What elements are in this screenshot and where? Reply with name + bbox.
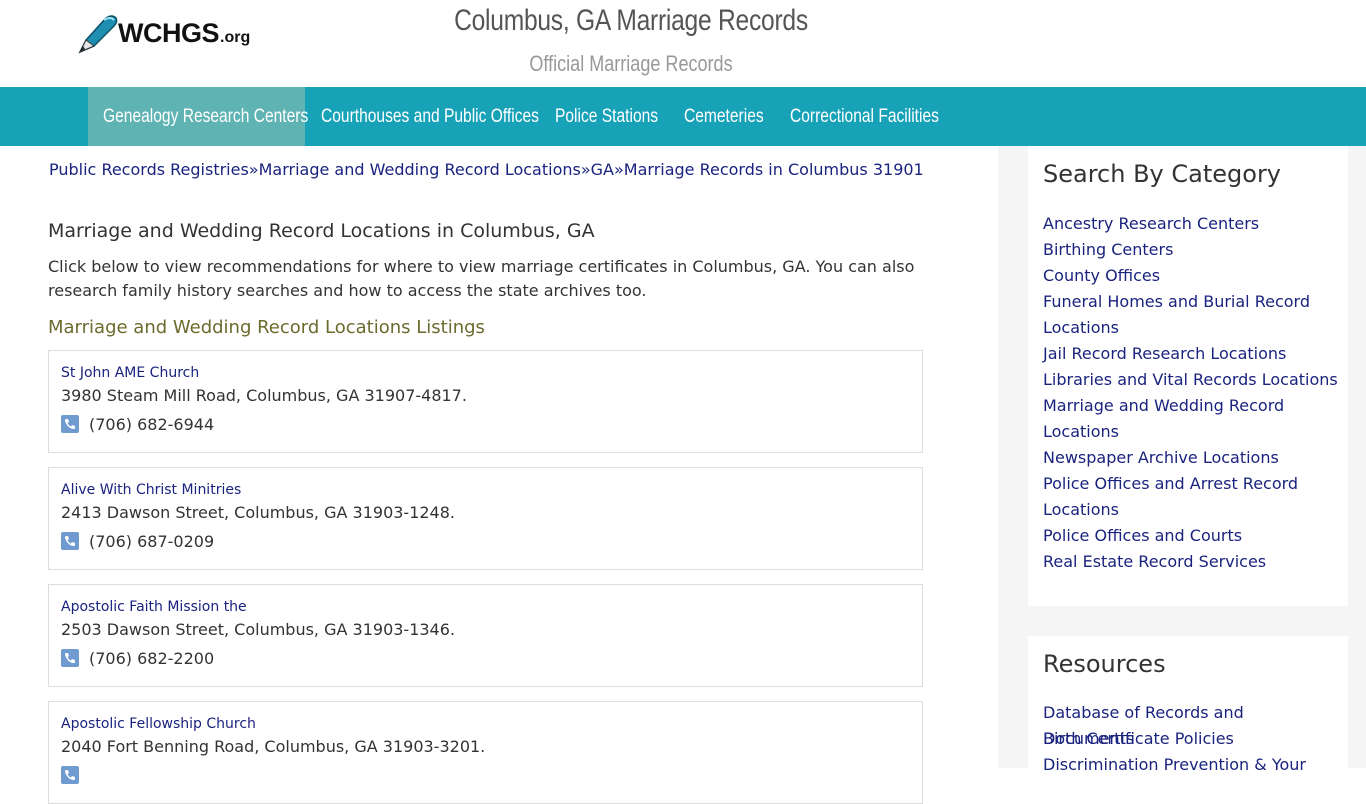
section-heading: Marriage and Wedding Record Locations in… <box>48 220 595 242</box>
listing-address: 2413 Dawson Street, Columbus, GA 31903-1… <box>61 503 455 522</box>
listing-name[interactable]: St John AME Church <box>61 365 199 381</box>
phone-icon <box>61 766 79 784</box>
listing-phone: (706) 687-0209 <box>89 532 215 551</box>
logo-suffix: .org <box>220 29 251 46</box>
listing-card: Apostolic Fellowship Church 2040 Fort Be… <box>48 701 923 804</box>
resources-panel: Resources Database of Records and Docume… <box>1028 636 1348 774</box>
breadcrumb-marriage-locations[interactable]: Marriage and Wedding Record Locations <box>259 160 581 179</box>
breadcrumb: Public Records Registries»Marriage and W… <box>49 160 924 179</box>
listing-address: 2503 Dawson Street, Columbus, GA 31903-1… <box>61 620 455 639</box>
breadcrumb-current[interactable]: Marriage Records in Columbus 31901 <box>624 160 924 179</box>
phone-icon <box>61 532 79 550</box>
category-link-police-courts[interactable]: Police Offices and Courts <box>1043 523 1338 549</box>
listing-card: St John AME Church 3980 Steam Mill Road,… <box>48 350 923 453</box>
category-link-county[interactable]: County Offices <box>1043 263 1338 289</box>
category-link-marriage[interactable]: Marriage and Wedding Record Locations <box>1043 393 1338 445</box>
listing-address: 3980 Steam Mill Road, Columbus, GA 31907… <box>61 386 467 405</box>
category-panel: Search By Category Ancestry Research Cen… <box>1028 146 1348 606</box>
category-panel-title: Search By Category <box>1043 160 1282 188</box>
nav-item-genealogy[interactable]: Genealogy Research Centers <box>103 87 308 146</box>
breadcrumb-separator: » <box>613 160 624 179</box>
category-link-funeral[interactable]: Funeral Homes and Burial Record Location… <box>1043 289 1338 341</box>
site-logo[interactable]: WCHGS .org <box>76 12 250 54</box>
phone-icon <box>61 415 79 433</box>
resources-panel-title: Resources <box>1043 650 1166 678</box>
nav-item-correctional[interactable]: Correctional Facilities <box>790 87 939 146</box>
nav-item-cemeteries[interactable]: Cemeteries <box>684 87 764 146</box>
breadcrumb-separator: » <box>580 160 591 179</box>
breadcrumb-separator: » <box>248 160 259 179</box>
listings-heading: Marriage and Wedding Record Locations Li… <box>48 317 485 338</box>
listing-card: Apostolic Faith Mission the 2503 Dawson … <box>48 584 923 687</box>
category-link-libraries[interactable]: Libraries and Vital Records Locations <box>1043 367 1338 393</box>
intro-text: Click below to view recommendations for … <box>48 257 915 300</box>
category-link-jail[interactable]: Jail Record Research Locations <box>1043 341 1338 367</box>
category-link-ancestry[interactable]: Ancestry Research Centers <box>1043 211 1338 237</box>
nav-item-police[interactable]: Police Stations <box>555 87 658 146</box>
category-link-birthing[interactable]: Birthing Centers <box>1043 237 1338 263</box>
phone-icon <box>61 649 79 667</box>
pen-logo-icon <box>78 15 118 54</box>
page-subtitle: Official Marriage Records <box>529 51 733 76</box>
logo-text: WCHGS <box>118 17 220 48</box>
nav-item-courthouses[interactable]: Courthouses and Public Offices <box>321 87 539 146</box>
resource-link-discrimination[interactable]: Discrimination Prevention & Your <box>1043 752 1338 778</box>
listing-phone: (706) 682-2200 <box>89 649 215 668</box>
category-link-real-estate[interactable]: Real Estate Record Services <box>1043 549 1338 575</box>
category-link-newspaper[interactable]: Newspaper Archive Locations <box>1043 445 1338 471</box>
listing-name[interactable]: Apostolic Faith Mission the <box>61 599 247 615</box>
main-nav: Genealogy Research Centers Courthouses a… <box>0 87 1366 146</box>
category-link-police-arrest[interactable]: Police Offices and Arrest Record Locatio… <box>1043 471 1338 523</box>
listing-phone: (706) 682-6944 <box>89 415 215 434</box>
resource-link-birth-certificate[interactable]: Birth Certificate Policies <box>1043 726 1338 752</box>
page-title: Columbus, GA Marriage Records <box>454 4 808 37</box>
site-header: WCHGS .org Columbus, GA Marriage Records… <box>0 0 1366 87</box>
breadcrumb-state[interactable]: GA <box>591 160 614 179</box>
listing-card: Alive With Christ Minitries 2413 Dawson … <box>48 467 923 570</box>
listing-address: 2040 Fort Benning Road, Columbus, GA 319… <box>61 737 486 756</box>
listing-name[interactable]: Alive With Christ Minitries <box>61 482 241 498</box>
listing-name[interactable]: Apostolic Fellowship Church <box>61 716 256 732</box>
breadcrumb-public-records[interactable]: Public Records Registries <box>49 160 249 179</box>
